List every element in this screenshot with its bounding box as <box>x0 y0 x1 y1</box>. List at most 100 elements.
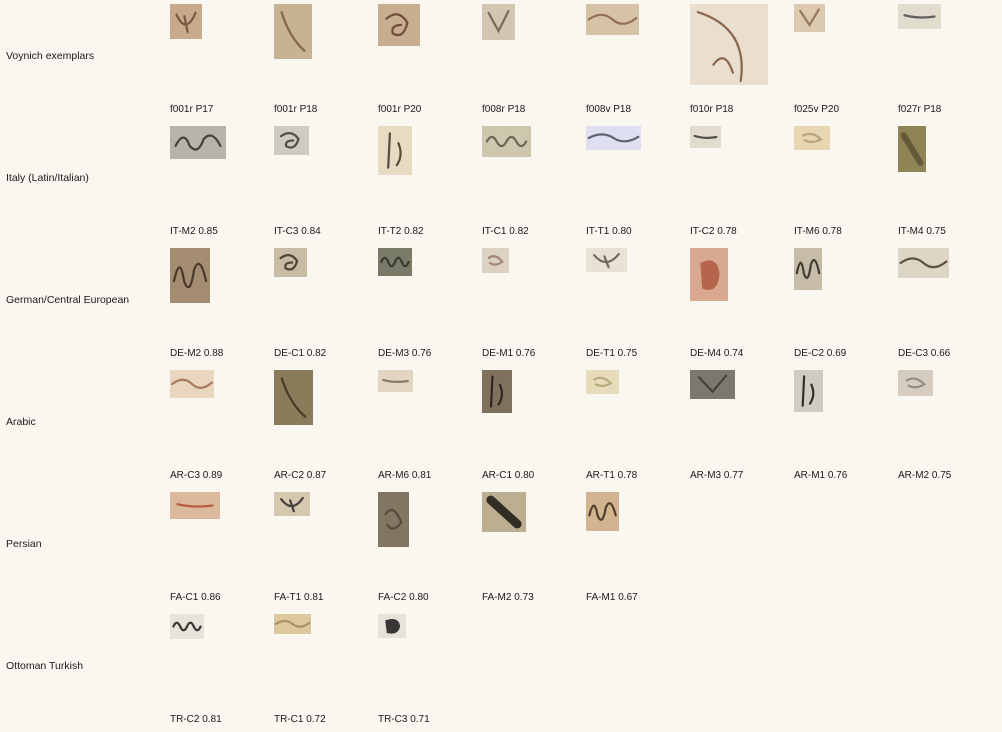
glyph-stroke-icon <box>387 132 402 169</box>
exemplar-cell: FA-M2 0.73 <box>482 488 582 610</box>
exemplar-cell: DE-C2 0.69 <box>794 244 894 366</box>
glyph-thumbnail <box>170 248 210 303</box>
glyph-stroke-icon <box>176 503 214 508</box>
glyph-thumbnail <box>378 370 413 392</box>
glyph-stroke-icon <box>485 135 528 148</box>
exemplar-cell: AR-M6 0.81 <box>378 366 478 488</box>
exemplar-cell: TR-C3 0.71 <box>378 610 478 732</box>
glyph-thumbnail <box>898 370 933 396</box>
exemplar-caption: AR-C2 0.87 <box>274 470 327 481</box>
glyph-thumbnail <box>274 4 312 59</box>
exemplar-cell: f027r P18 <box>898 0 998 122</box>
exemplar-caption: AR-C1 0.80 <box>482 470 535 481</box>
exemplar-cell: TR-C2 0.81 <box>170 610 270 732</box>
glyph-stroke-icon <box>700 260 720 291</box>
exemplar-cell: DE-M4 0.74 <box>690 244 790 366</box>
glyph-stroke-icon <box>693 134 718 139</box>
glyph-thumbnail <box>898 4 941 29</box>
exemplar-caption: AR-T1 0.78 <box>586 470 638 481</box>
exemplar-cell: DE-M3 0.76 <box>378 244 478 366</box>
exemplar-caption: AR-M1 0.76 <box>794 470 848 481</box>
glyph-thumbnail <box>898 248 949 278</box>
glyph-stroke-icon <box>279 254 299 271</box>
glyph-thumbnail <box>378 4 420 46</box>
exemplar-caption: f010r P18 <box>690 104 734 115</box>
glyph-thumbnail <box>586 4 639 35</box>
row-label: Persian <box>6 538 42 550</box>
exemplar-caption: FA-T1 0.81 <box>274 592 324 603</box>
glyph-thumbnail <box>794 248 822 290</box>
glyph-thumbnail <box>898 126 926 172</box>
glyph-thumbnail <box>586 248 627 272</box>
glyph-stroke-icon <box>905 377 927 389</box>
glyph-stroke-icon <box>593 252 620 269</box>
glyph-stroke-icon <box>174 134 222 151</box>
glyph-thumbnail <box>378 126 412 175</box>
glyph-stroke-icon <box>588 502 617 521</box>
glyph-stroke-icon <box>489 375 503 408</box>
exemplar-caption: DE-M4 0.74 <box>690 348 744 359</box>
glyph-stroke-icon <box>382 378 409 383</box>
glyph-stroke-icon <box>384 508 403 530</box>
exemplar-cell: IT-T1 0.80 <box>586 122 686 244</box>
glyph-thumbnail <box>274 614 311 634</box>
glyph-thumbnail <box>586 492 619 531</box>
glyph-stroke-icon <box>593 376 613 388</box>
exemplar-caption: IT-M2 0.85 <box>170 226 218 237</box>
script-group-row: Arabic AR-C3 0.89 AR-C2 0.87 AR-M6 0.81 AR-C… <box>0 366 1002 488</box>
glyph-thumbnail <box>274 126 309 155</box>
glyph-thumbnail <box>482 4 515 40</box>
glyph-thumbnail <box>586 126 641 150</box>
glyph-stroke-icon <box>696 11 743 83</box>
glyph-thumbnail <box>586 370 619 394</box>
glyph-stroke-icon <box>171 378 213 389</box>
exemplar-caption: f001r P20 <box>378 104 422 115</box>
exemplar-cell: IT-M6 0.78 <box>794 122 894 244</box>
exemplar-caption: IT-M4 0.75 <box>898 226 946 237</box>
exemplar-cell: IT-C1 0.82 <box>482 122 582 244</box>
exemplar-cell: DE-M1 0.76 <box>482 244 582 366</box>
exemplar-caption: AR-M2 0.75 <box>898 470 952 481</box>
glyph-stroke-icon <box>487 10 510 34</box>
exemplar-cell: f001r P18 <box>274 0 374 122</box>
exemplar-cell: TR-C1 0.72 <box>274 610 374 732</box>
glyph-thumbnail <box>274 370 313 425</box>
script-group-row: German/Central European DE-M2 0.88 DE-C1 0… <box>0 244 1002 366</box>
exemplar-cell: DE-T1 0.75 <box>586 244 686 366</box>
glyph-thumbnail <box>378 248 412 276</box>
script-group-row: Italy (Latin/Italian) IT-M2 0.85 IT-C3 0.8… <box>0 122 1002 244</box>
exemplar-cell: IT-T2 0.82 <box>378 122 478 244</box>
exemplar-caption: FA-C1 0.86 <box>170 592 221 603</box>
glyph-thumbnail <box>482 126 531 157</box>
exemplar-caption: TR-C3 0.71 <box>378 714 430 725</box>
exemplar-caption: FA-M1 0.67 <box>586 592 638 603</box>
script-group-row: Voynich exemplars f001r P17 f001r P18 f001r… <box>0 0 1002 122</box>
glyph-stroke-icon <box>280 377 307 418</box>
glyph-stroke-icon <box>486 495 522 529</box>
exemplar-caption: DE-M2 0.88 <box>170 348 224 359</box>
exemplar-cell: AR-C1 0.80 <box>482 366 582 488</box>
exemplar-cell: f001r P20 <box>378 0 478 122</box>
exemplar-cell: AR-M2 0.75 <box>898 366 998 488</box>
row-label: German/Central European <box>6 294 130 306</box>
exemplar-cell: DE-C3 0.66 <box>898 244 998 366</box>
exemplar-caption: f008r P18 <box>482 104 526 115</box>
exemplar-cell: AR-C2 0.87 <box>274 366 374 488</box>
glyph-thumbnail <box>274 248 307 277</box>
exemplar-cell: f025v P20 <box>794 0 894 122</box>
glyph-stroke-icon <box>279 132 300 149</box>
exemplar-caption: DE-T1 0.75 <box>586 348 638 359</box>
exemplar-cell: f010r P18 <box>690 0 790 122</box>
glyph-stroke-icon <box>280 11 306 52</box>
glyph-stroke-icon <box>274 619 311 628</box>
script-group-row: Ottoman Turkish TR-C2 0.81 TR-C1 0.72 TR-C3… <box>0 610 1002 732</box>
exemplar-caption: IT-C3 0.84 <box>274 226 321 237</box>
exemplar-caption: f008v P18 <box>586 104 632 115</box>
exemplar-caption: AR-M3 0.77 <box>690 470 744 481</box>
glyph-thumbnail <box>170 4 202 39</box>
exemplar-cell: DE-M2 0.88 <box>170 244 270 366</box>
row-label: Voynich exemplars <box>6 50 95 62</box>
exemplar-cell: FA-M1 0.67 <box>586 488 686 610</box>
glyph-stroke-icon <box>697 374 728 394</box>
glyph-thumbnail <box>794 370 823 412</box>
